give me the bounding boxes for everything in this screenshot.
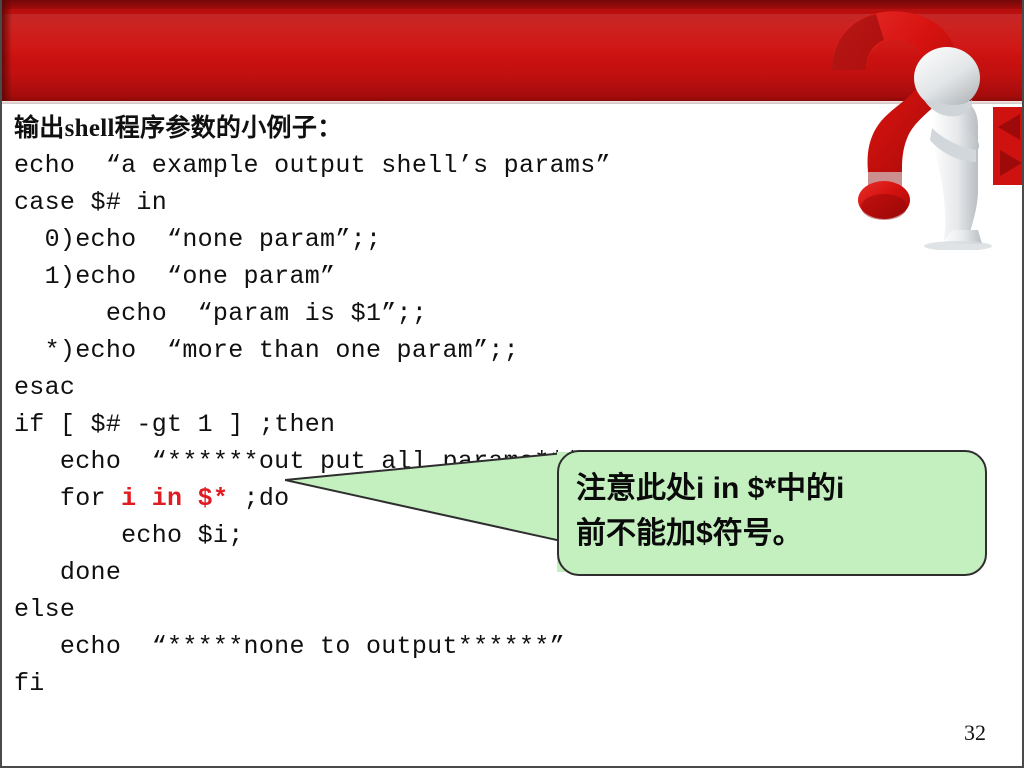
code-line: else <box>14 595 76 624</box>
code-line: echo “*****none to output******” <box>14 632 565 661</box>
code-line: *)echo “more than one param”;; <box>14 336 519 365</box>
code-line: esac <box>14 373 76 402</box>
code-line: case $# in <box>14 188 168 217</box>
triangle-left-icon <box>998 114 1020 140</box>
code-line: 0)echo “none param”;; <box>14 225 382 254</box>
code-line: echo “param is $1”;; <box>14 299 428 328</box>
page-number: 32 <box>964 720 986 745</box>
code-line: fi <box>14 669 45 698</box>
callout-tail <box>285 452 575 572</box>
slide: 输出shell程序参数的小例子： echo “a example output … <box>0 0 1024 768</box>
banner-top-shade <box>2 0 1022 9</box>
code-block: 输出shell程序参数的小例子： echo “a example output … <box>14 110 654 702</box>
code-heading: 输出shell程序参数的小例子： <box>14 115 343 142</box>
banner-sheen <box>2 14 1022 58</box>
banner-left-shade <box>2 0 12 101</box>
code-line: 1)echo “one param” <box>14 262 336 291</box>
banner-bottom-edge <box>2 101 1022 104</box>
code-segment: for <box>14 484 122 513</box>
code-line: echo “a example output shell’s params” <box>14 151 611 180</box>
header-banner <box>2 0 1022 101</box>
code-line: if [ $# -gt 1 ] ;then <box>14 410 336 439</box>
code-highlight-i-in-params: i in $* <box>121 484 229 513</box>
callout-note-text: 注意此处i in $*中的i 前不能加$符号。 <box>576 472 845 550</box>
code-segment: ;do <box>228 484 290 513</box>
triangle-right-icon <box>1000 150 1022 176</box>
